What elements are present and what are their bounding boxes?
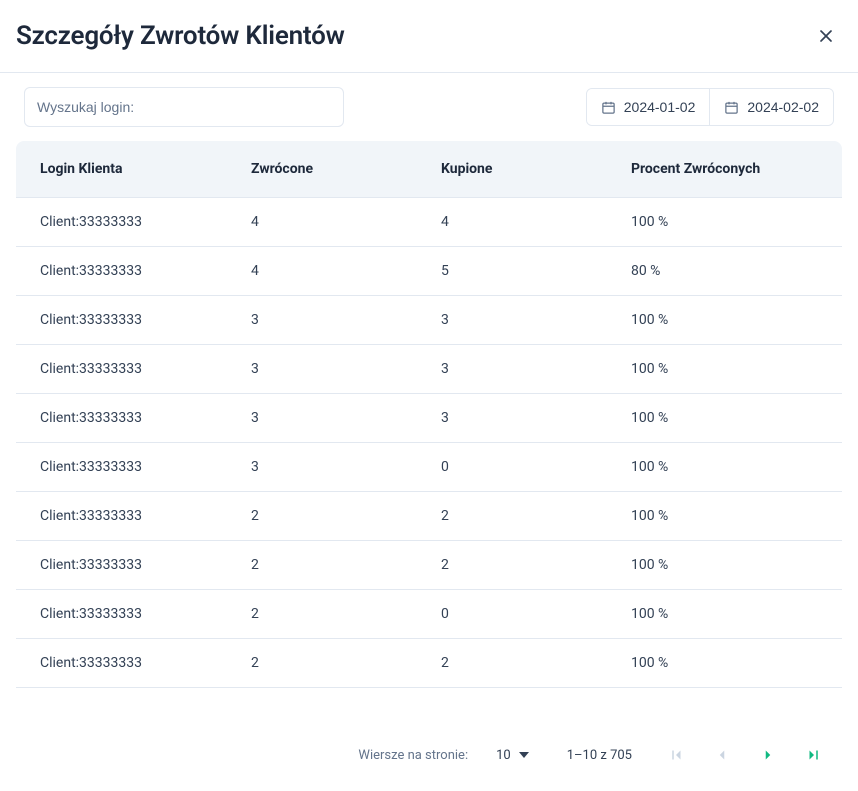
search-login-input[interactable] bbox=[24, 87, 344, 127]
cell-returned: 2 bbox=[239, 541, 429, 590]
cell-returned: 2 bbox=[239, 492, 429, 541]
cell-percent: 100 % bbox=[619, 541, 842, 590]
close-icon bbox=[816, 26, 836, 46]
table-row[interactable]: Client:3333333322100 % bbox=[16, 492, 842, 541]
controls-bar: 2024-01-02 2024-02-02 bbox=[0, 73, 858, 141]
col-header-bought[interactable]: Kupione bbox=[429, 141, 619, 198]
cell-returned: 2 bbox=[239, 590, 429, 639]
last-page-icon bbox=[805, 746, 823, 764]
page-nav bbox=[664, 743, 826, 767]
cell-bought: 3 bbox=[429, 345, 619, 394]
cell-returned: 2 bbox=[239, 639, 429, 688]
cell-returned: 4 bbox=[239, 198, 429, 247]
table-row[interactable]: Client:3333333333100 % bbox=[16, 394, 842, 443]
cell-bought: 5 bbox=[429, 247, 619, 296]
cell-returned: 3 bbox=[239, 394, 429, 443]
last-page-button[interactable] bbox=[802, 743, 826, 767]
cell-percent: 100 % bbox=[619, 345, 842, 394]
returns-table-wrap: Login Klienta Zwrócone Kupione Procent Z… bbox=[0, 141, 858, 719]
first-page-button[interactable] bbox=[664, 743, 688, 767]
calendar-icon bbox=[601, 100, 616, 115]
col-header-returned[interactable]: Zwrócone bbox=[239, 141, 429, 198]
cell-returned: 3 bbox=[239, 443, 429, 492]
table-row[interactable]: Client:3333333344100 % bbox=[16, 198, 842, 247]
table-row[interactable]: Client:3333333330100 % bbox=[16, 443, 842, 492]
date-to-picker[interactable]: 2024-02-02 bbox=[709, 89, 833, 125]
page-range-label: 1–10 z 705 bbox=[567, 748, 632, 763]
cell-bought: 3 bbox=[429, 296, 619, 345]
cell-bought: 0 bbox=[429, 443, 619, 492]
returns-table: Login Klienta Zwrócone Kupione Procent Z… bbox=[16, 141, 842, 688]
cell-percent: 100 % bbox=[619, 394, 842, 443]
cell-returned: 3 bbox=[239, 296, 429, 345]
cell-login: Client:33333333 bbox=[16, 394, 239, 443]
modal-header: Szczegóły Zwrotów Klientów bbox=[0, 0, 858, 73]
prev-page-button[interactable] bbox=[710, 743, 734, 767]
next-page-button[interactable] bbox=[756, 743, 780, 767]
date-from-value: 2024-01-02 bbox=[624, 99, 696, 115]
calendar-icon bbox=[724, 100, 739, 115]
cell-bought: 3 bbox=[429, 394, 619, 443]
date-range-group: 2024-01-02 2024-02-02 bbox=[586, 88, 834, 126]
first-page-icon bbox=[667, 746, 685, 764]
cell-bought: 2 bbox=[429, 492, 619, 541]
cell-returned: 4 bbox=[239, 247, 429, 296]
table-row[interactable]: Client:3333333322100 % bbox=[16, 639, 842, 688]
cell-percent: 100 % bbox=[619, 296, 842, 345]
chevron-left-icon bbox=[713, 746, 731, 764]
col-header-login[interactable]: Login Klienta bbox=[16, 141, 239, 198]
cell-percent: 100 % bbox=[619, 443, 842, 492]
cell-bought: 2 bbox=[429, 541, 619, 590]
returns-details-modal: Szczegóły Zwrotów Klientów 2024-01-02 bbox=[0, 0, 858, 791]
cell-percent: 100 % bbox=[619, 492, 842, 541]
cell-percent: 100 % bbox=[619, 590, 842, 639]
rows-per-page-label: Wiersze na stronie: bbox=[358, 748, 468, 763]
cell-login: Client:33333333 bbox=[16, 247, 239, 296]
cell-percent: 100 % bbox=[619, 198, 842, 247]
cell-login: Client:33333333 bbox=[16, 541, 239, 590]
cell-percent: 80 % bbox=[619, 247, 842, 296]
table-header-row: Login Klienta Zwrócone Kupione Procent Z… bbox=[16, 141, 842, 198]
cell-percent: 100 % bbox=[619, 639, 842, 688]
modal-title: Szczegóły Zwrotów Klientów bbox=[16, 21, 345, 51]
table-row[interactable]: Client:3333333322100 % bbox=[16, 541, 842, 590]
table-row[interactable]: Client:3333333333100 % bbox=[16, 345, 842, 394]
pagination-bar: Wiersze na stronie: 10 1–10 z 705 bbox=[0, 719, 858, 791]
cell-bought: 4 bbox=[429, 198, 619, 247]
chevron-right-icon bbox=[759, 746, 777, 764]
date-to-value: 2024-02-02 bbox=[747, 99, 819, 115]
cell-bought: 2 bbox=[429, 639, 619, 688]
cell-returned: 3 bbox=[239, 345, 429, 394]
rows-per-page-select[interactable]: 10 bbox=[486, 748, 535, 763]
table-row[interactable]: Client:3333333333100 % bbox=[16, 296, 842, 345]
cell-login: Client:33333333 bbox=[16, 590, 239, 639]
cell-login: Client:33333333 bbox=[16, 296, 239, 345]
cell-login: Client:33333333 bbox=[16, 639, 239, 688]
table-row[interactable]: Client:3333333320100 % bbox=[16, 590, 842, 639]
cell-login: Client:33333333 bbox=[16, 345, 239, 394]
rows-per-page-value: 10 bbox=[496, 748, 511, 763]
cell-login: Client:33333333 bbox=[16, 443, 239, 492]
col-header-percent[interactable]: Procent Zwróconych bbox=[619, 141, 842, 198]
cell-bought: 0 bbox=[429, 590, 619, 639]
cell-login: Client:33333333 bbox=[16, 492, 239, 541]
close-button[interactable] bbox=[810, 20, 842, 52]
cell-login: Client:33333333 bbox=[16, 198, 239, 247]
chevron-down-icon bbox=[519, 752, 529, 758]
date-from-picker[interactable]: 2024-01-02 bbox=[587, 89, 710, 125]
table-row[interactable]: Client:333333334580 % bbox=[16, 247, 842, 296]
